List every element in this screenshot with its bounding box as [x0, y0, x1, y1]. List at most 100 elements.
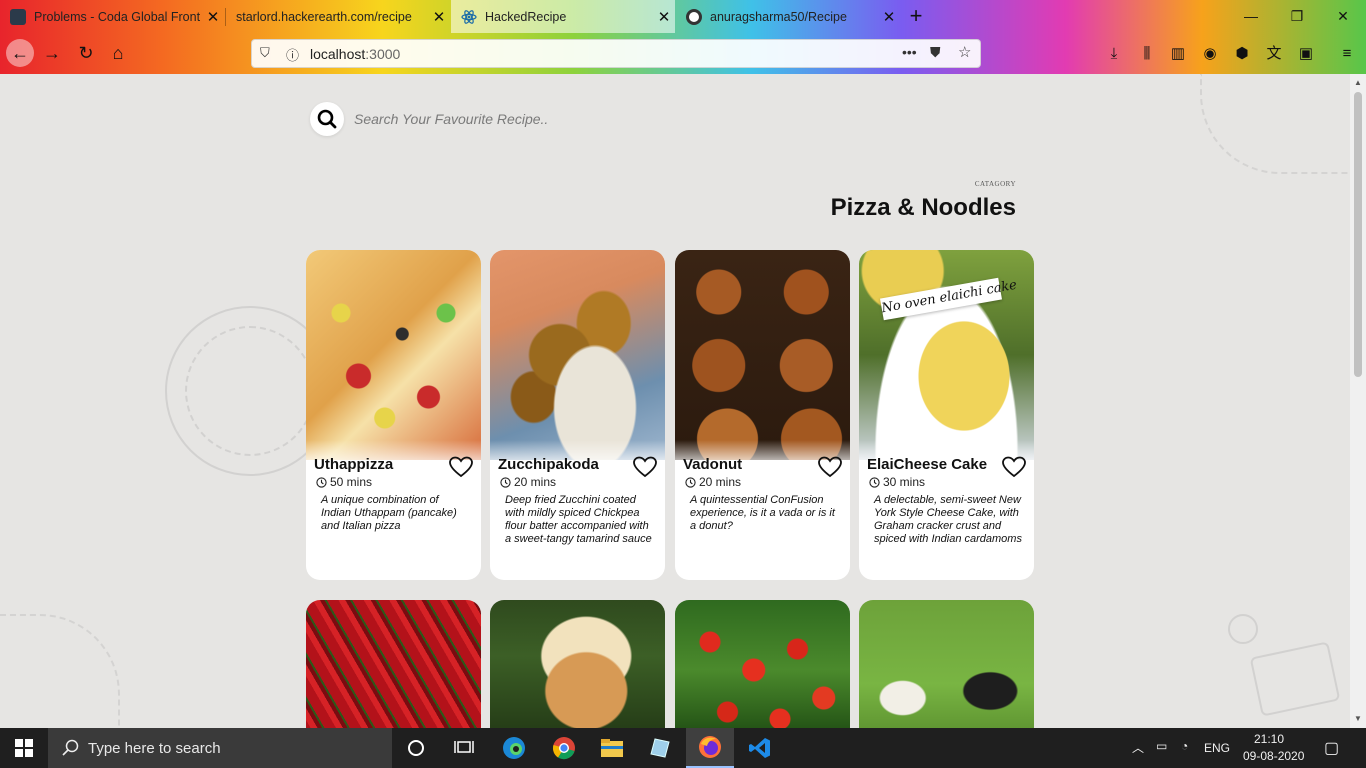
cortana-icon[interactable]: [392, 728, 440, 768]
shield-icon[interactable]: ⛉: [260, 45, 270, 61]
search-bar: [310, 102, 674, 136]
food-doodle-icon: [0, 614, 120, 728]
recipe-name: Vadonut: [683, 456, 743, 473]
recipe-description: A delectable, semi-sweet New York Style …: [874, 494, 1022, 545]
close-tab-icon[interactable]: ✕: [653, 8, 675, 26]
extension-icon[interactable]: ⬢: [1232, 44, 1252, 64]
clock-date[interactable]: 09-08-2020: [1243, 749, 1304, 763]
taskbar-search[interactable]: Type here to search: [48, 728, 392, 768]
hackerearth-icon: [10, 8, 26, 25]
account-icon[interactable]: ◉: [1200, 44, 1220, 64]
forward-button[interactable]: →: [38, 39, 66, 67]
url-bar[interactable]: ⛉ ⓘ localhost:3000 ••• ⛊ ☆: [251, 39, 981, 68]
tab-github[interactable]: anuragsharma50/Recipe ✕: [676, 0, 900, 33]
recipe-card[interactable]: [675, 600, 850, 728]
battery-icon[interactable]: ▭: [1156, 739, 1167, 753]
download-icon[interactable]: ⤓: [1104, 44, 1124, 64]
info-icon[interactable]: ⓘ: [286, 45, 299, 64]
home-button[interactable]: ⌂: [104, 39, 132, 67]
notification-icon[interactable]: ▢: [1324, 738, 1339, 758]
windows-taskbar: Type here to search ︿ ▭ ◔ ENG 21:10 09-0…: [0, 728, 1366, 768]
minimize-button[interactable]: —: [1228, 0, 1274, 33]
clock-icon: [869, 476, 880, 488]
heart-icon[interactable]: [818, 456, 842, 478]
scroll-down-icon[interactable]: ▼: [1350, 712, 1366, 726]
category-label: CATAGORY: [974, 180, 1016, 188]
tab-starlord[interactable]: starlord.hackerearth.com/recipe ✕: [226, 0, 450, 33]
new-tab-button[interactable]: +: [903, 4, 929, 30]
recipe-card[interactable]: [859, 600, 1034, 728]
page-scrollbar[interactable]: ▲ ▼: [1350, 74, 1366, 728]
windows-icon: [15, 739, 33, 757]
menu-icon[interactable]: ≡: [1337, 44, 1357, 64]
food-doodle-icon: [1228, 614, 1258, 644]
close-tab-icon[interactable]: ✕: [428, 8, 450, 26]
translate-icon[interactable]: 文: [1264, 44, 1284, 64]
clock-time[interactable]: 21:10: [1254, 732, 1284, 746]
more-actions-icon[interactable]: •••: [902, 44, 917, 60]
tab-hackedrecipe[interactable]: HackedRecipe ✕: [451, 0, 675, 33]
restore-button[interactable]: ❐: [1274, 0, 1320, 33]
heart-icon[interactable]: [449, 456, 473, 478]
recipe-time: 20 mins: [500, 475, 556, 489]
chrome-icon[interactable]: [540, 728, 588, 768]
scroll-up-icon[interactable]: ▲: [1350, 76, 1366, 90]
clock-icon: [500, 476, 511, 488]
close-tab-icon[interactable]: ✕: [202, 8, 224, 26]
recipe-description: A unique combination of Indian Uthappam …: [321, 494, 457, 532]
recipe-time: 50 mins: [316, 475, 372, 489]
task-view-icon[interactable]: [440, 728, 488, 768]
search-icon: [317, 109, 337, 129]
recipe-name: ElaiCheese Cake: [867, 456, 988, 473]
back-button[interactable]: ←: [6, 39, 34, 67]
chevron-up-icon[interactable]: ︿: [1132, 739, 1144, 756]
wifi-icon[interactable]: ◔: [1181, 739, 1188, 753]
browser-chrome: Problems - Coda Global Front ✕ starlord.…: [0, 0, 1366, 74]
edge-icon[interactable]: [490, 728, 538, 768]
library-icon[interactable]: ⫼: [1137, 44, 1157, 64]
bookmark-star-icon[interactable]: ☆: [958, 43, 971, 61]
cheese-doodle-icon: [1249, 641, 1341, 717]
recipe-name: Uthappizza: [314, 456, 394, 473]
pocket-icon[interactable]: ⛊: [930, 44, 941, 61]
extension-icon[interactable]: ▣: [1296, 44, 1316, 64]
reload-button[interactable]: ↻: [72, 39, 100, 67]
recipe-card[interactable]: [306, 600, 481, 728]
pizza-doodle-icon: [185, 326, 315, 456]
recipe-card[interactable]: Zucchipakoda 20 mins Deep fried Zucchini…: [490, 250, 665, 580]
page-content: CATAGORY Pizza & Noodles Uthappizza 50 m…: [0, 74, 1350, 728]
github-icon: [686, 8, 702, 25]
food-doodle-icon: [1200, 74, 1350, 174]
category-title: Pizza & Noodles: [830, 194, 1016, 221]
search-icon: [62, 739, 79, 756]
heart-icon[interactable]: [633, 456, 657, 478]
file-explorer-icon[interactable]: [588, 728, 636, 768]
tab-problems[interactable]: Problems - Coda Global Front ✕: [0, 0, 224, 33]
scroll-thumb[interactable]: [1354, 92, 1362, 377]
recipe-card[interactable]: Uthappizza 50 mins A unique combination …: [306, 250, 481, 580]
search-button[interactable]: [310, 102, 344, 136]
close-window-button[interactable]: ✕: [1320, 0, 1366, 33]
react-icon: [461, 9, 477, 24]
recipe-time: 20 mins: [685, 475, 741, 489]
firefox-icon[interactable]: [686, 728, 734, 768]
recipe-description: Deep fried Zucchini coated with mildly s…: [505, 494, 652, 545]
close-tab-icon[interactable]: ✕: [878, 8, 900, 26]
recipe-time: 30 mins: [869, 475, 925, 489]
heart-icon[interactable]: [1002, 456, 1026, 478]
search-input[interactable]: [354, 111, 674, 127]
recipe-card[interactable]: Vadonut 20 mins A quintessential ConFusi…: [675, 250, 850, 580]
recipe-card[interactable]: No oven elaichi cake ElaiCheese Cake 30 …: [859, 250, 1034, 580]
url-text[interactable]: localhost:3000: [310, 46, 400, 62]
recipe-image: [306, 250, 481, 460]
recipe-card[interactable]: [490, 600, 665, 728]
start-button[interactable]: [0, 728, 48, 768]
notes-app-icon[interactable]: [636, 728, 684, 768]
vscode-icon[interactable]: [736, 728, 784, 768]
clock-icon: [685, 476, 696, 488]
recipe-image: [675, 250, 850, 460]
sidebar-icon[interactable]: ▥: [1168, 44, 1188, 64]
recipe-name: Zucchipakoda: [498, 456, 599, 473]
tab-bar: Problems - Coda Global Front ✕ starlord.…: [0, 0, 1366, 33]
language-indicator[interactable]: ENG: [1204, 741, 1230, 755]
